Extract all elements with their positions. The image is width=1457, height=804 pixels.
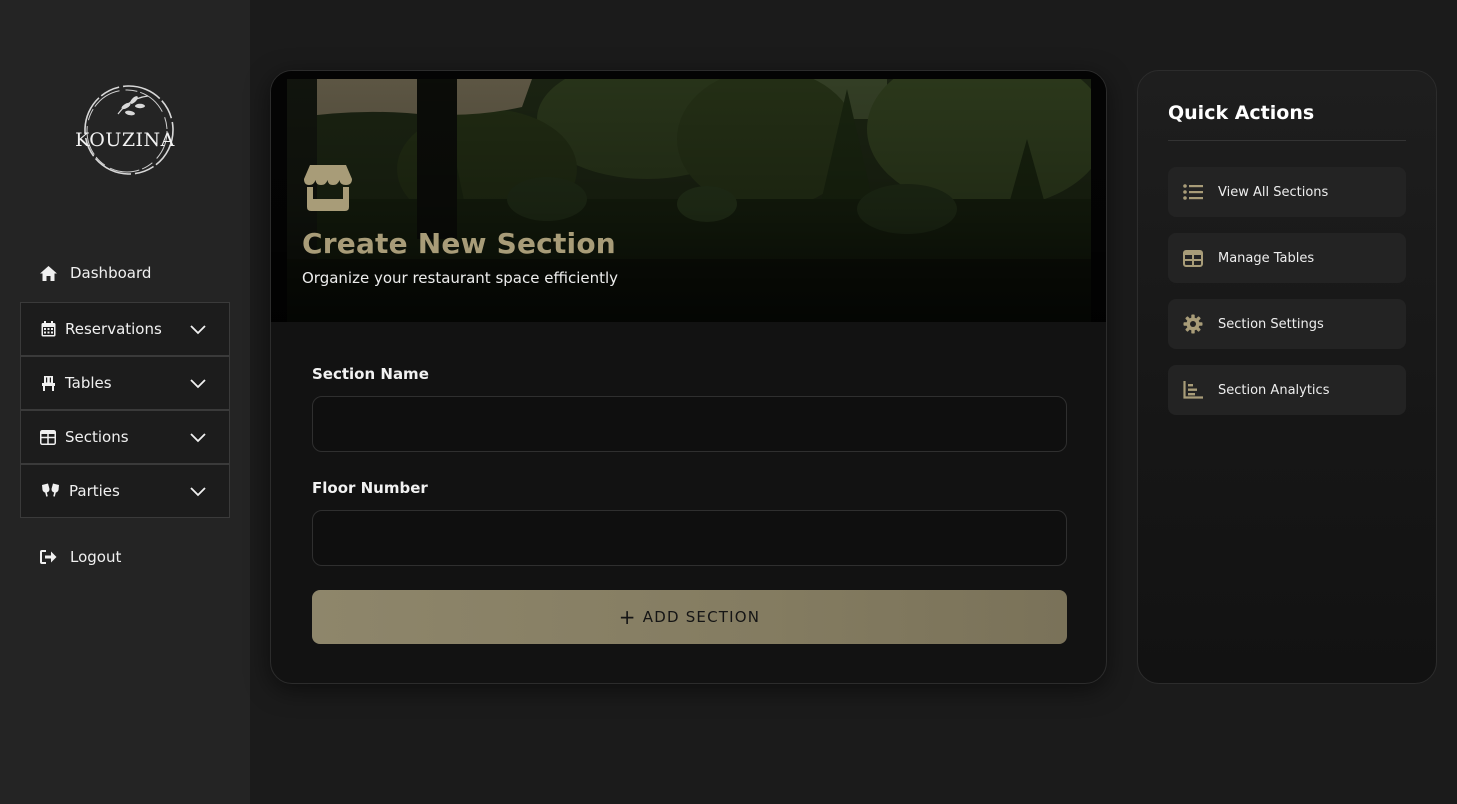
- sidebar-item-reservations[interactable]: Reservations: [20, 302, 230, 356]
- chevron-down-icon[interactable]: [189, 375, 207, 393]
- quick-action-section-analytics[interactable]: Section Analytics: [1168, 365, 1406, 415]
- home-icon: [38, 264, 58, 282]
- section-name-input[interactable]: [312, 396, 1067, 452]
- logo-emblem-icon: KOUZINA: [75, 85, 175, 175]
- gear-icon: [1182, 314, 1204, 334]
- quick-action-view-all-sections[interactable]: View All Sections: [1168, 167, 1406, 217]
- plus-icon: +: [618, 605, 637, 629]
- floor-number-label: Floor Number: [312, 479, 428, 497]
- chevron-down-icon[interactable]: [189, 483, 207, 501]
- sidebar-item-label: Dashboard: [70, 264, 152, 282]
- quick-action-manage-tables[interactable]: Manage Tables: [1168, 233, 1406, 283]
- logout-icon: [38, 548, 58, 566]
- quick-action-section-settings[interactable]: Section Settings: [1168, 299, 1406, 349]
- kouzina-logo[interactable]: KOUZINA: [70, 84, 180, 176]
- divider: [1168, 140, 1406, 141]
- add-section-button[interactable]: + ADD SECTION: [312, 590, 1067, 644]
- quick-action-label: Section Analytics: [1218, 382, 1330, 398]
- store-icon: [304, 165, 352, 211]
- create-section-card: Create New Section Organize your restaur…: [270, 70, 1107, 684]
- cheers-icon: [39, 482, 61, 500]
- sidebar: KOUZINA Dashboard Reservations Tables Se…: [0, 0, 250, 804]
- sidebar-item-label: Reservations: [65, 320, 162, 338]
- chart-icon: [1182, 380, 1204, 400]
- sidebar-item-dashboard[interactable]: Dashboard: [38, 261, 151, 285]
- table-grid-icon: [1182, 248, 1204, 268]
- logo-text: KOUZINA: [75, 129, 175, 151]
- add-section-label: ADD SECTION: [642, 608, 761, 626]
- sidebar-item-label: Sections: [65, 428, 129, 446]
- quick-action-label: Section Settings: [1218, 316, 1324, 332]
- logout-link[interactable]: Logout: [38, 545, 121, 569]
- chevron-down-icon[interactable]: [189, 321, 207, 339]
- sidebar-item-tables[interactable]: Tables: [20, 356, 230, 410]
- list-icon: [1182, 182, 1204, 202]
- logout-label: Logout: [70, 548, 122, 566]
- page-subtitle: Organize your restaurant space efficient…: [302, 269, 619, 287]
- sidebar-item-sections[interactable]: Sections: [20, 410, 230, 464]
- sidebar-item-label: Tables: [65, 374, 112, 392]
- quick-actions-title: Quick Actions: [1168, 102, 1315, 124]
- quick-action-label: Manage Tables: [1218, 250, 1315, 266]
- quick-action-label: View All Sections: [1218, 184, 1329, 200]
- page-title: Create New Section: [302, 227, 616, 260]
- floor-number-input[interactable]: [312, 510, 1067, 566]
- calendar-icon: [39, 320, 57, 338]
- sidebar-item-parties[interactable]: Parties: [20, 464, 230, 518]
- section-name-label: Section Name: [312, 365, 429, 383]
- hero-banner: Create New Section Organize your restaur…: [271, 71, 1106, 322]
- quick-actions-panel: Quick Actions View All Sections Manage T…: [1137, 70, 1437, 684]
- chevron-down-icon[interactable]: [189, 429, 207, 447]
- grid-icon: [39, 428, 57, 446]
- chair-icon: [39, 374, 57, 392]
- sidebar-item-label: Parties: [69, 482, 120, 500]
